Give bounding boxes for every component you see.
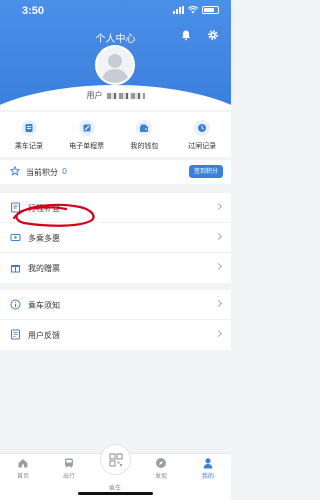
qr-code-icon xyxy=(108,452,123,467)
bottom-tab-bar: 首页 出行 乘车 发现 我的 xyxy=(0,444,231,500)
tab-label: 发现 xyxy=(154,473,167,480)
quick-nav: 乘车记录 电子单程票 我的钱包 过闸记录 xyxy=(0,112,231,157)
tab-mine[interactable]: 我的 xyxy=(188,457,228,480)
menu-item-label: 我的赠票 xyxy=(28,264,60,273)
status-icons xyxy=(173,6,219,14)
tab-discover[interactable]: 发现 xyxy=(141,457,181,480)
signal-icon xyxy=(173,6,184,14)
quick-nav-gate-records[interactable]: 过闸记录 xyxy=(173,112,231,157)
tab-home[interactable]: 首页 xyxy=(3,457,43,480)
home-indicator xyxy=(78,492,153,495)
battery-icon xyxy=(202,6,219,14)
bell-icon[interactable] xyxy=(180,29,192,41)
menu-item-ride-notice[interactable]: 乘车须知 xyxy=(0,290,231,320)
quick-nav-ride-records[interactable]: 乘车记录 xyxy=(0,112,58,157)
tab-travel[interactable]: 出行 xyxy=(49,457,89,480)
chevron-right-icon xyxy=(214,262,223,271)
avatar-placeholder-icon xyxy=(101,54,129,83)
points-value: 0 xyxy=(62,167,68,176)
chevron-right-icon xyxy=(214,232,223,241)
status-time: 3:50 xyxy=(22,5,45,17)
menu-item-label: 行程补登 xyxy=(28,204,60,213)
tab-label: 我的 xyxy=(201,473,214,480)
wifi-icon xyxy=(188,6,198,14)
home-icon xyxy=(18,459,28,468)
chevron-right-icon xyxy=(214,202,223,211)
wallet-icon xyxy=(140,124,149,132)
menu-group-help: 乘车须知 用户反馈 xyxy=(0,290,231,350)
tab-label: 乘车 xyxy=(108,485,121,492)
star-icon xyxy=(10,166,20,176)
train-icon xyxy=(65,458,73,468)
user-name-prefix: 用户 xyxy=(86,91,103,100)
menu-item-user-feedback[interactable]: 用户反馈 xyxy=(0,320,231,350)
tab-label: 出行 xyxy=(62,473,75,480)
compass-icon xyxy=(156,458,166,468)
quick-nav-wallet[interactable]: 我的钱包 xyxy=(116,112,174,157)
chevron-right-icon xyxy=(214,329,223,338)
person-icon xyxy=(203,458,213,469)
chevron-right-icon xyxy=(214,299,223,308)
gear-icon[interactable] xyxy=(207,29,219,41)
info-icon xyxy=(10,299,21,310)
e-ticket-icon xyxy=(83,124,91,132)
clock-icon xyxy=(198,124,207,132)
signin-points-button[interactable]: 签到积分 xyxy=(188,165,223,178)
quick-nav-label: 过闸记录 xyxy=(188,142,217,150)
user-name-redacted xyxy=(106,92,145,99)
menu-item-trip-supplement[interactable]: 行程补登 xyxy=(0,193,231,223)
tab-ride[interactable]: 乘车 xyxy=(95,481,135,492)
user-name-row: 用户 xyxy=(0,90,231,101)
menu-item-multi-ride-discount[interactable]: 多乘多惠 xyxy=(0,223,231,253)
trip-supplement-icon xyxy=(11,202,20,213)
feedback-icon xyxy=(11,329,20,340)
quick-nav-label: 乘车记录 xyxy=(14,142,43,150)
discount-ticket-icon xyxy=(10,234,21,241)
gift-icon xyxy=(11,265,20,273)
ticket-record-icon xyxy=(25,124,33,132)
menu-group-services: 行程补登 多乘多惠 我的赠票 xyxy=(0,193,231,283)
menu-item-label: 多乘多惠 xyxy=(28,234,60,243)
ride-qr-button[interactable] xyxy=(100,444,131,475)
quick-nav-e-ticket[interactable]: 电子单程票 xyxy=(58,112,116,157)
menu-item-label: 乘车须知 xyxy=(28,301,60,310)
points-label: 当前积分 xyxy=(26,168,58,177)
avatar[interactable] xyxy=(95,45,135,85)
status-bar: 3:50 xyxy=(0,0,231,22)
menu-item-my-gift-tickets[interactable]: 我的赠票 xyxy=(0,253,231,283)
page-title: 个人中心 xyxy=(95,34,136,45)
quick-nav-label: 我的钱包 xyxy=(130,142,159,150)
points-row: 当前积分 0 签到积分 xyxy=(0,160,231,184)
tab-label: 首页 xyxy=(16,473,29,480)
quick-nav-label: 电子单程票 xyxy=(69,142,105,150)
menu-item-label: 用户反馈 xyxy=(28,331,60,340)
